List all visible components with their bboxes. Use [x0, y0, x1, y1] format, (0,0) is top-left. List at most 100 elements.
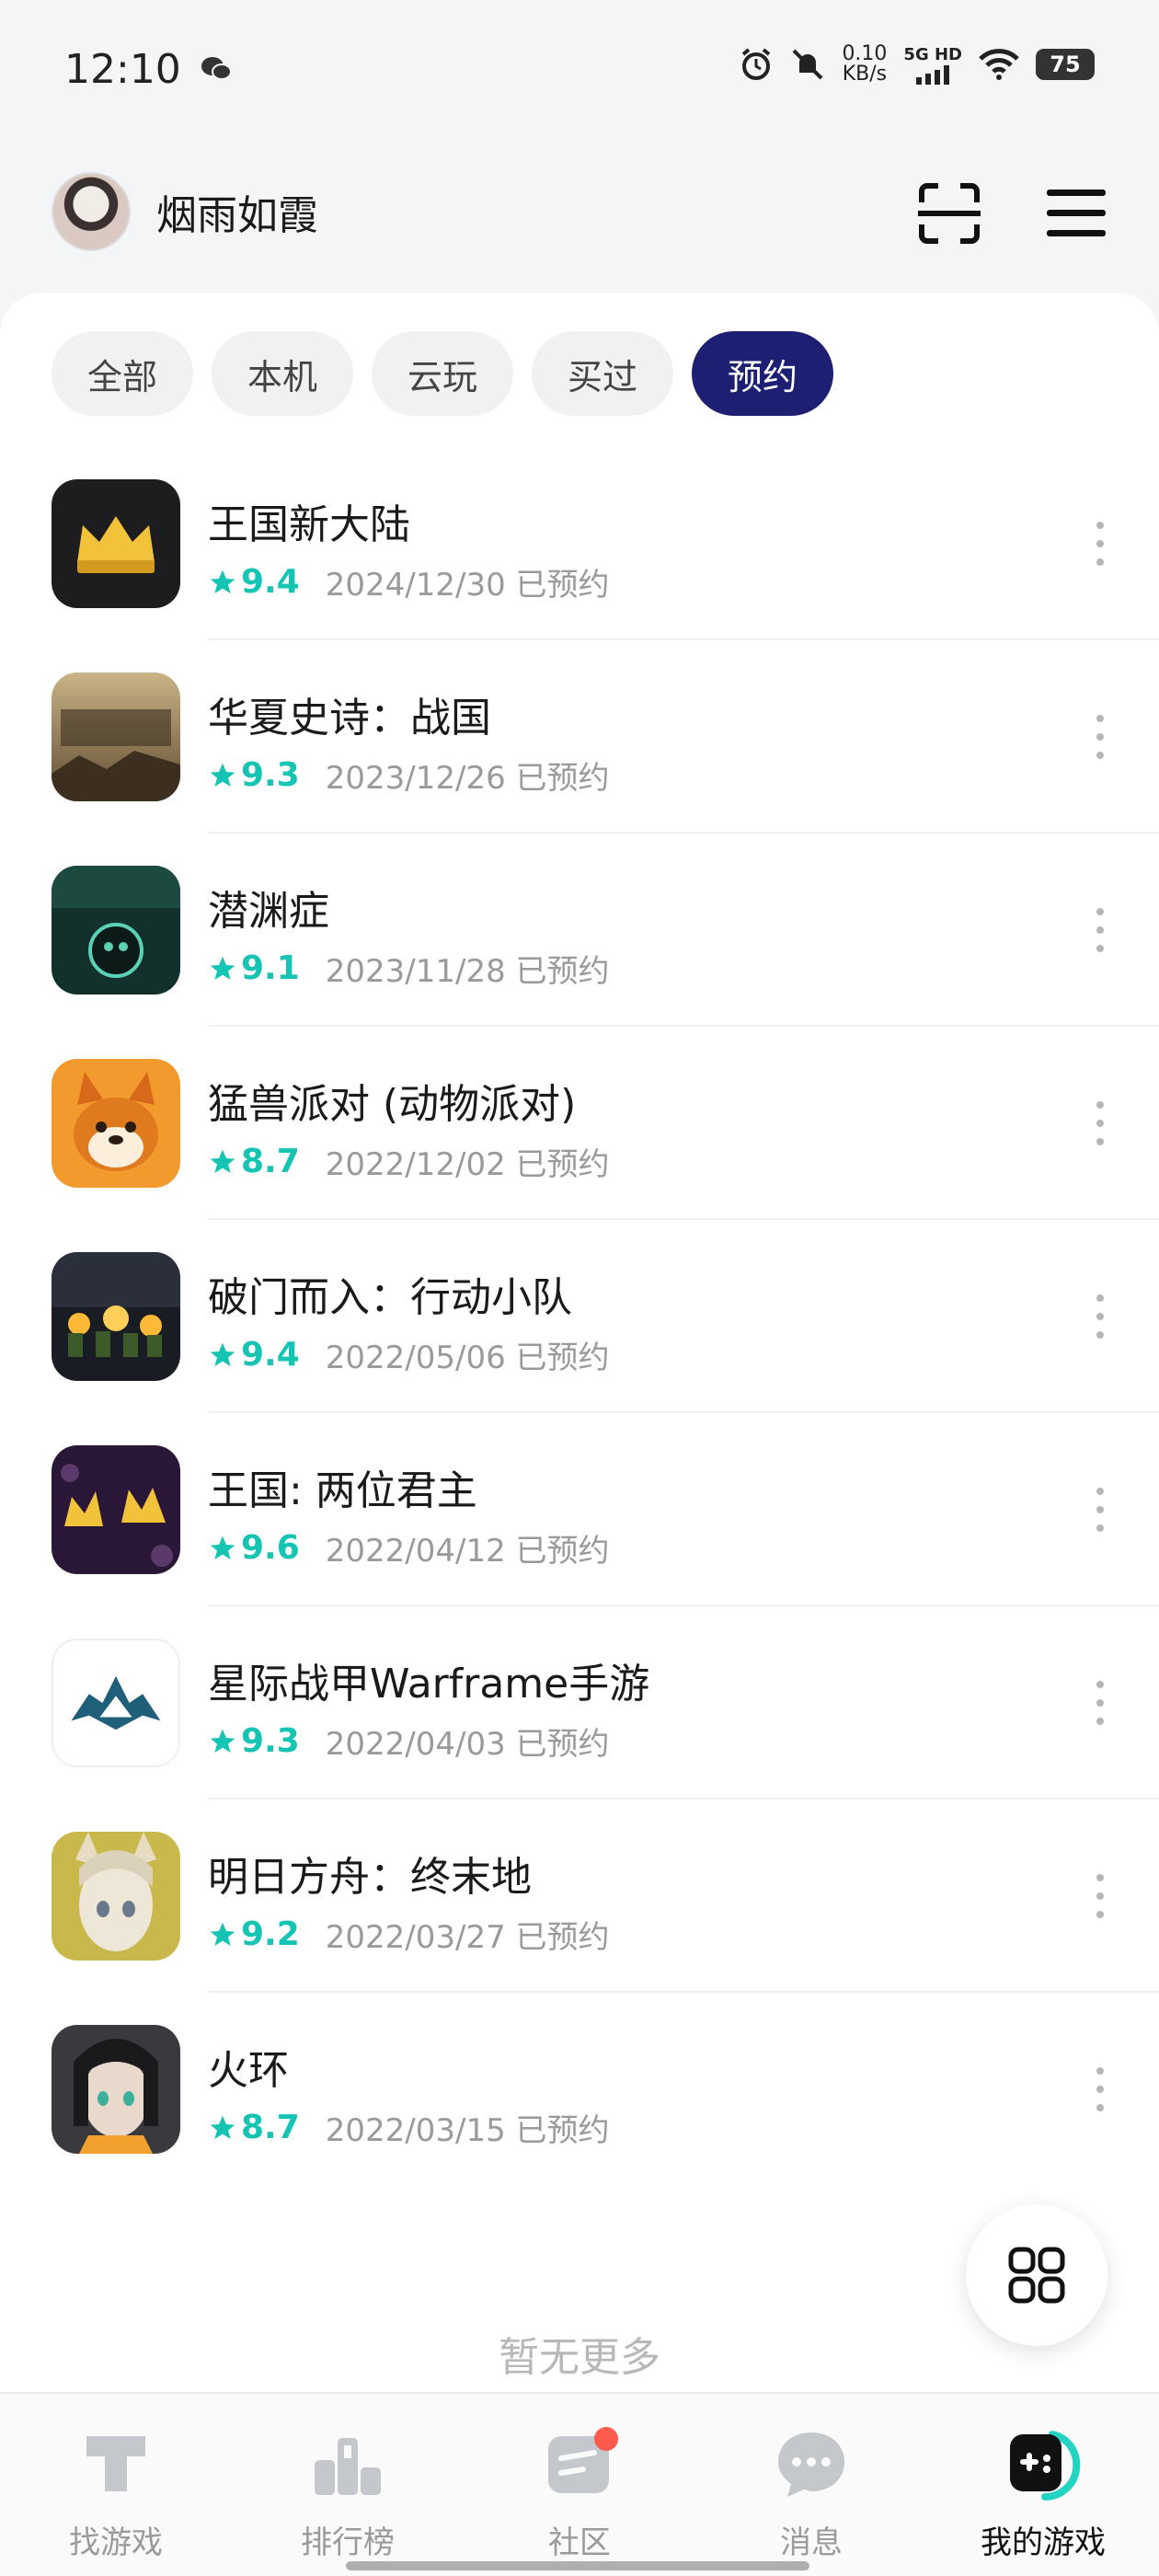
star-icon — [210, 569, 235, 593]
reserve-date: 2022/04/03 已预约 — [325, 1726, 610, 1763]
status-time: 12:10 — [64, 45, 181, 93]
list-item[interactable]: 星际战甲Warframe手游 9.3 2022/04/03 已预约 — [0, 1606, 1159, 1800]
game-meta: 9.3 2022/04/03 已预约 — [208, 1719, 610, 1764]
list-item[interactable]: 王国: 两位君主 9.6 2022/04/12 已预约 — [0, 1413, 1159, 1606]
more-options-icon[interactable] — [1089, 903, 1111, 958]
filter-tabs: 全部 本机 云玩 买过 预约 — [52, 331, 833, 416]
star-icon — [210, 1535, 235, 1559]
reserve-date: 2022/04/12 已预约 — [325, 1533, 610, 1570]
nav-label: 排行榜 — [301, 2524, 395, 2561]
list-item[interactable]: 明日方舟：终末地 9.2 2022/03/27 已预约 — [0, 1800, 1159, 1993]
cellular-signal: 5G HD — [903, 45, 962, 85]
bottom-nav: 找游戏 排行榜 社区 消息 我的游戏 — [0, 2392, 1159, 2576]
more-options-icon[interactable] — [1089, 516, 1111, 571]
star-icon — [210, 956, 235, 980]
game-score: 9.1 — [241, 949, 300, 987]
more-options-icon[interactable] — [1089, 709, 1111, 765]
alarm-icon — [742, 48, 771, 80]
list-item[interactable]: 破门而入：行动小队 9.4 2022/05/06 已预约 — [0, 1220, 1159, 1413]
game-icon[interactable] — [52, 479, 180, 608]
game-score: 9.2 — [241, 1915, 300, 1953]
more-options-icon[interactable] — [1089, 1482, 1111, 1537]
game-icon[interactable] — [52, 673, 180, 801]
star-icon — [210, 1729, 235, 1753]
grid-icon — [1008, 2247, 1065, 2304]
username[interactable]: 烟雨如霞 — [156, 182, 318, 241]
find-games-icon — [86, 2436, 145, 2491]
list-item[interactable]: 潜渊症 9.1 2023/11/28 已预约 — [0, 834, 1159, 1027]
game-meta: 9.3 2023/12/26 已预约 — [208, 753, 610, 798]
game-score: 8.7 — [241, 1143, 300, 1180]
game-meta: 9.2 2022/03/27 已预约 — [208, 1912, 610, 1957]
game-icon[interactable] — [52, 1252, 180, 1381]
list-item[interactable]: 华夏史诗：战国 9.3 2023/12/26 已预约 — [0, 640, 1159, 834]
game-meta: 9.1 2023/11/28 已预约 — [208, 946, 610, 991]
game-meta: 9.4 2024/12/30 已预约 — [208, 559, 610, 604]
status-bar: 12:10 0.10 KB/s 5G HD 75 — [0, 0, 1159, 138]
tab-cloud[interactable]: 云玩 — [372, 331, 513, 416]
tab-purchased[interactable]: 买过 — [532, 331, 673, 416]
wifi-icon — [979, 49, 1019, 80]
nav-label: 社区 — [548, 2524, 611, 2561]
more-options-icon[interactable] — [1089, 2062, 1111, 2117]
tab-reserved[interactable]: 预约 — [692, 331, 833, 416]
more-options-icon[interactable] — [1089, 1289, 1111, 1344]
star-icon — [210, 1342, 235, 1366]
net-speed-unit: KB/s — [842, 63, 888, 86]
game-score: 9.4 — [241, 563, 300, 601]
game-score: 9.3 — [241, 756, 300, 794]
game-score: 8.7 — [241, 2109, 300, 2146]
game-list: 王国新大陆 9.4 2024/12/30 已预约 华夏史诗：战国 9.3 202… — [0, 447, 1159, 2186]
game-score: 9.3 — [241, 1722, 300, 1760]
game-score: 9.6 — [241, 1529, 300, 1567]
main-content: 全部 本机 云玩 买过 预约 王国新大陆 9.4 2024/12/30 已预约 — [0, 293, 1159, 2392]
nav-label: 我的游戏 — [981, 2524, 1106, 2561]
star-icon — [210, 763, 235, 787]
game-icon[interactable] — [52, 1445, 180, 1574]
game-meta: 9.4 2022/05/06 已预约 — [208, 1332, 610, 1377]
star-icon — [210, 1149, 235, 1173]
tab-local[interactable]: 本机 — [212, 331, 353, 416]
nav-messages[interactable]: 消息 — [695, 2394, 927, 2576]
scan-icon[interactable] — [916, 180, 982, 247]
reserve-date: 2024/12/30 已预约 — [325, 567, 610, 604]
community-icon-wrap — [541, 2425, 618, 2502]
game-meta: 9.6 2022/04/12 已预约 — [208, 1525, 610, 1570]
home-indicator[interactable] — [346, 2561, 809, 2570]
nav-find-games[interactable]: 找游戏 — [0, 2394, 232, 2576]
avatar[interactable] — [52, 172, 131, 251]
game-icon[interactable] — [52, 2025, 180, 2154]
ranking-icon — [315, 2438, 381, 2495]
nav-ranking[interactable]: 排行榜 — [232, 2394, 464, 2576]
net-speed-value: 0.10 — [842, 42, 888, 65]
menu-icon[interactable] — [1045, 186, 1107, 241]
reserve-date: 2023/12/26 已预约 — [325, 760, 610, 797]
list-item[interactable]: 火环 8.7 2022/03/15 已预约 — [0, 1993, 1159, 2186]
nav-community[interactable]: 社区 — [464, 2394, 695, 2576]
my-games-icon — [1010, 2431, 1081, 2501]
list-item[interactable]: 猛兽派对 (动物派对) 8.7 2022/12/02 已预约 — [0, 1027, 1159, 1220]
tab-all[interactable]: 全部 — [52, 331, 193, 416]
more-options-icon[interactable] — [1089, 1869, 1111, 1924]
game-icon[interactable] — [52, 1832, 180, 1961]
more-options-icon[interactable] — [1089, 1096, 1111, 1151]
game-name: 破门而入：行动小队 — [208, 1274, 572, 1321]
game-icon[interactable] — [52, 1639, 180, 1767]
game-meta: 8.7 2022/12/02 已预约 — [208, 1139, 610, 1184]
notification-dot — [594, 2427, 618, 2451]
game-name: 王国新大陆 — [208, 501, 410, 548]
nav-my-games[interactable]: 我的游戏 — [927, 2394, 1159, 2576]
grid-view-button[interactable] — [966, 2204, 1107, 2346]
game-name: 华夏史诗：战国 — [208, 695, 491, 742]
game-icon[interactable] — [52, 866, 180, 995]
network-label: 5G HD — [903, 44, 962, 64]
signal-icon — [916, 64, 950, 85]
more-options-icon[interactable] — [1089, 1675, 1111, 1731]
game-icon[interactable] — [52, 1059, 180, 1188]
game-name: 潜渊症 — [208, 888, 329, 935]
star-icon — [210, 2115, 235, 2139]
list-item[interactable]: 王国新大陆 9.4 2024/12/30 已预约 — [0, 447, 1159, 640]
reserve-date: 2022/05/06 已预约 — [325, 1340, 610, 1376]
nav-label: 消息 — [780, 2524, 843, 2561]
game-name: 火环 — [208, 2047, 289, 2094]
